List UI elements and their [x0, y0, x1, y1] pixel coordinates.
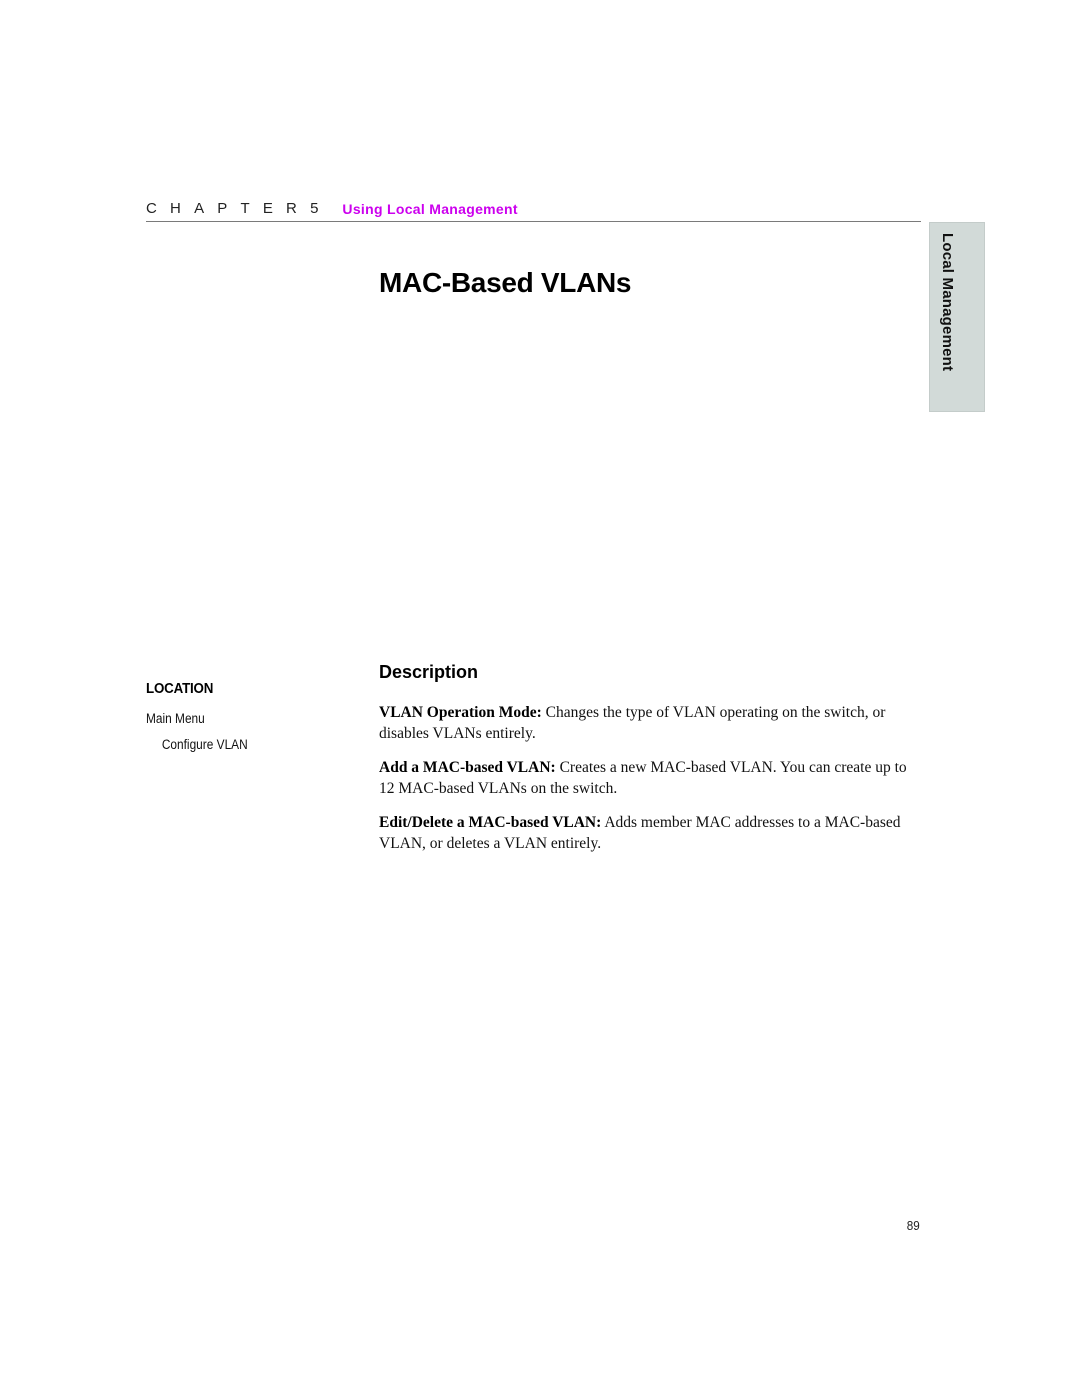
description-term: Add a MAC-based VLAN:	[379, 759, 556, 776]
section-side-tab: Local Management	[929, 222, 985, 412]
chapter-title: Using Local Management	[342, 201, 518, 217]
side-tab-label: Local Management	[939, 233, 956, 372]
description-section: Description VLAN Operation Mode: Changes…	[379, 659, 924, 867]
location-path-item: Configure VLAN	[161, 737, 248, 752]
page-title: MAC-Based VLANs	[379, 267, 632, 298]
description-term: VLAN Operation Mode:	[379, 704, 542, 721]
page-number: 89	[906, 1218, 920, 1233]
chapter-label: CHAPTER	[146, 200, 311, 217]
description-heading: Description	[379, 662, 479, 682]
location-heading: LOCATION	[146, 681, 214, 697]
location-panel: LOCATION Main Menu Configure VLAN	[146, 681, 262, 758]
chapter-header: CHAPTER 5 Using Local Management	[146, 200, 921, 222]
chapter-number: 5	[310, 200, 319, 217]
description-item: Add a MAC-based VLAN: Creates a new MAC-…	[379, 757, 924, 799]
description-item: VLAN Operation Mode: Changes the type of…	[379, 702, 924, 744]
location-path-item: Main Menu	[146, 711, 205, 726]
description-item: Edit/Delete a MAC-based VLAN: Adds membe…	[379, 812, 924, 854]
description-term: Edit/Delete a MAC-based VLAN:	[379, 814, 602, 831]
